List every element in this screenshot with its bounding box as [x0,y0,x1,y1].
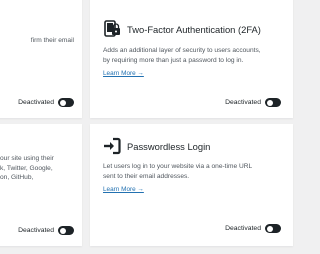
description-line: on, GitHub, [0,174,34,182]
learn-more-link[interactable]: Learn More → [103,70,144,77]
two-factor-card: Two-Factor Authentication (2FA) Adds an … [90,0,293,118]
toggle-knob [59,99,66,106]
status-row: Deactivated [225,224,281,233]
activation-toggle[interactable] [265,98,281,107]
description-line: by requiring more than just a password t… [103,56,244,64]
phone-lock-icon [103,20,121,38]
status-label: Deactivated [18,99,54,106]
social-login-card: our site using their k, Twitter, Google,… [0,124,82,246]
status-row: Deactivated [225,98,281,107]
email-confirmation-card: firm their email Deactivated [0,0,82,118]
description-line: k, Twitter, Google, [0,164,53,172]
activation-toggle[interactable] [58,226,74,235]
card-header: Two-Factor Authentication (2FA) [103,20,261,38]
description-line: Let users log in to your website via a o… [103,163,253,170]
passwordless-login-card: Passwordless Login Let users log in to y… [90,124,293,246]
status-label: Deactivated [225,99,261,106]
toggle-knob [59,227,66,234]
card-title: Two-Factor Authentication (2FA) [127,23,261,35]
description-line: sent to their email addresses. [103,172,190,180]
card-description: Adds an additional layer of security to … [103,46,261,65]
status-label: Deactivated [225,225,261,232]
status-row: Deactivated [18,98,74,107]
status-row: Deactivated [18,226,74,235]
learn-more-link[interactable]: Learn More → [103,186,144,193]
description-line: Adds an additional layer of security to … [103,47,261,54]
description-line: our site using their [0,155,54,162]
card-header: Passwordless Login [103,137,210,155]
activation-toggle[interactable] [265,224,281,233]
sign-in-icon [103,137,121,155]
card-description: firm their email [30,37,74,44]
activation-toggle[interactable] [58,98,74,107]
status-label: Deactivated [18,227,54,234]
card-description: our site using their k, Twitter, Google,… [0,154,54,183]
toggle-knob [266,99,273,106]
card-title: Passwordless Login [127,140,211,152]
card-description: Let users log in to your website via a o… [103,162,252,181]
toggle-knob [266,225,273,232]
